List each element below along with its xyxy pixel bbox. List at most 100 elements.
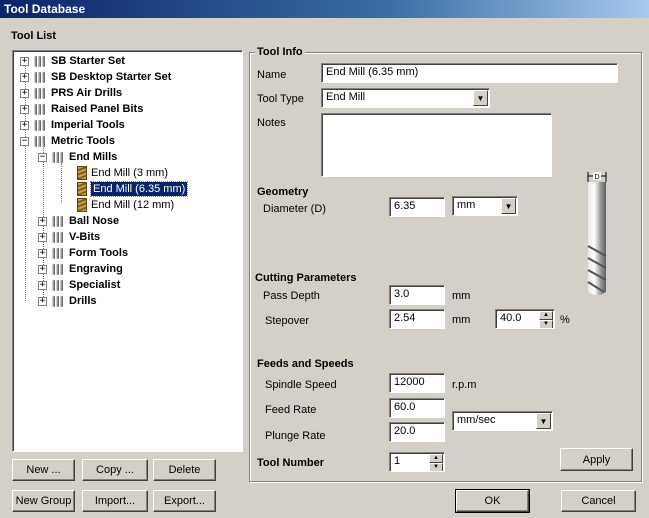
chevron-down-icon[interactable]: ▼ [501, 198, 516, 214]
tool-number-spinner[interactable]: 1 ▲ ▼ [389, 452, 445, 472]
expand-icon[interactable]: + [20, 88, 29, 98]
expand-icon[interactable]: + [20, 104, 29, 114]
tree-item-label: PRS Air Drills [51, 87, 123, 99]
diameter-unit-select[interactable]: mm ▼ [452, 196, 518, 216]
apply-button[interactable]: Apply [560, 448, 633, 471]
tool-type-label: Tool Type [257, 93, 304, 105]
ok-button[interactable]: OK [455, 489, 530, 513]
shank [588, 182, 606, 242]
tree-item-label: SB Starter Set [51, 55, 125, 67]
tree-item-label: Ball Nose [69, 215, 120, 227]
new-group-button[interactable]: New Group [12, 490, 75, 512]
tool-group-icon [33, 71, 47, 84]
tree-item-end-mills[interactable]: − End Mills [38, 149, 117, 165]
chevron-down-icon[interactable]: ▼ [536, 413, 551, 429]
geometry-heading: Geometry [257, 186, 309, 198]
tool-group-icon [51, 279, 65, 292]
spin-up-icon[interactable]: ▲ [539, 311, 553, 320]
delete-tool-button[interactable]: Delete [153, 459, 216, 481]
title-bar: Tool Database [0, 0, 649, 18]
diameter-label: Diameter (D) [263, 203, 326, 215]
collapse-icon[interactable]: − [20, 136, 29, 146]
end-mill-diagram-svg: D [587, 172, 607, 295]
tool-group-icon [51, 263, 65, 276]
stepover-percent-value: 40.0 [500, 312, 522, 324]
expand-icon[interactable]: + [20, 72, 29, 82]
window-title: Tool Database [4, 2, 86, 16]
spin-down-icon[interactable]: ▼ [429, 463, 443, 471]
tree-item-specialist[interactable]: + Specialist [38, 277, 120, 293]
chevron-down-icon[interactable]: ▼ [473, 90, 488, 106]
tool-group-icon [51, 215, 65, 228]
pass-depth-input[interactable]: 3.0 [389, 285, 445, 305]
expand-icon[interactable]: + [38, 264, 47, 274]
tool-group-icon [33, 119, 47, 132]
plunge-rate-input[interactable]: 20.0 [389, 422, 445, 442]
expand-icon[interactable]: + [38, 232, 47, 242]
tree-line [61, 163, 62, 203]
expand-icon[interactable]: + [38, 296, 47, 306]
stepover-unit: mm [452, 314, 471, 326]
stepover-label: Stepover [265, 315, 310, 327]
tree-item-drills[interactable]: + Drills [38, 293, 97, 309]
stepover-percent-spinner[interactable]: 40.0 ▲ ▼ [495, 309, 555, 329]
spinner-buttons[interactable]: ▲ ▼ [429, 454, 443, 471]
name-input[interactable]: End Mill (6.35 mm) [321, 63, 618, 83]
import-button[interactable]: Import... [82, 490, 148, 512]
cutting-parameters-heading: Cutting Parameters [255, 272, 357, 284]
cancel-button[interactable]: Cancel [561, 490, 636, 512]
tree-item-end-mill-6-35mm[interactable]: End Mill (6.35 mm) [77, 181, 189, 197]
new-tool-button[interactable]: New ... [12, 459, 75, 481]
diameter-input[interactable]: 6.35 [389, 197, 445, 217]
tree-item-metric-tools[interactable]: − Metric Tools [20, 133, 115, 149]
expand-icon[interactable]: + [20, 56, 29, 66]
tool-type-select[interactable]: End Mill ▼ [321, 88, 490, 108]
tree-item-end-mill-12mm[interactable]: End Mill (12 mm) [77, 197, 174, 213]
expand-icon[interactable]: + [38, 216, 47, 226]
expand-icon[interactable]: + [38, 280, 47, 290]
tree-item-raised-panel-bits[interactable]: + Raised Panel Bits [20, 101, 143, 117]
tree-item-label: Metric Tools [51, 135, 115, 147]
expand-icon[interactable]: + [20, 120, 29, 130]
expand-icon[interactable]: + [38, 248, 47, 258]
spin-up-icon[interactable]: ▲ [429, 454, 443, 463]
tree-item-form-tools[interactable]: + Form Tools [38, 245, 128, 261]
tree-item-engraving[interactable]: + Engraving [38, 261, 123, 277]
name-label: Name [257, 69, 287, 81]
tool-list-heading: Tool List [11, 30, 57, 42]
spindle-speed-input[interactable]: 12000 [389, 373, 445, 393]
tool-group-icon [33, 87, 47, 100]
stepover-input[interactable]: 2.54 [389, 309, 445, 329]
tool-info-heading: Tool Info [255, 46, 305, 58]
spindle-speed-unit: r.p.m [452, 379, 477, 391]
notes-label: Notes [257, 117, 286, 129]
tree-item-sb-desktop-starter-set[interactable]: + SB Desktop Starter Set [20, 69, 171, 85]
tree-item-sb-starter-set[interactable]: + SB Starter Set [20, 53, 125, 69]
tree-item-label: End Mills [69, 151, 118, 163]
tree-item-label: Engraving [69, 263, 123, 275]
feed-rate-input[interactable]: 60.0 [389, 398, 445, 418]
tree-item-ball-nose[interactable]: + Ball Nose [38, 213, 119, 229]
tool-type-value: End Mill [326, 91, 366, 103]
export-button[interactable]: Export... [153, 490, 216, 512]
spinner-buttons[interactable]: ▲ ▼ [539, 311, 553, 328]
tree-item-prs-air-drills[interactable]: + PRS Air Drills [20, 85, 122, 101]
tree-item-imperial-tools[interactable]: + Imperial Tools [20, 117, 125, 133]
tree-item-end-mill-3mm[interactable]: End Mill (3 mm) [77, 165, 168, 181]
copy-tool-button[interactable]: Copy ... [82, 459, 148, 481]
rate-unit-select[interactable]: mm/sec ▼ [452, 411, 553, 431]
stepover-percent-unit: % [560, 314, 570, 326]
feed-rate-label: Feed Rate [265, 404, 317, 416]
tool-number-value: 1 [394, 455, 401, 467]
notes-textarea[interactable] [321, 113, 552, 177]
end-mill-icon [77, 198, 87, 212]
rate-unit-value: mm/sec [457, 414, 496, 426]
feeds-speeds-heading: Feeds and Speeds [257, 358, 354, 370]
spin-down-icon[interactable]: ▼ [539, 320, 553, 328]
tree-item-label: V-Bits [69, 231, 101, 243]
collapse-icon[interactable]: − [38, 152, 47, 162]
tool-tree[interactable]: + SB Starter Set + SB Desktop Starter Se… [12, 50, 243, 452]
diameter-unit-value: mm [457, 199, 476, 211]
tree-item-v-bits[interactable]: + V-Bits [38, 229, 100, 245]
pass-depth-label: Pass Depth [263, 290, 320, 302]
